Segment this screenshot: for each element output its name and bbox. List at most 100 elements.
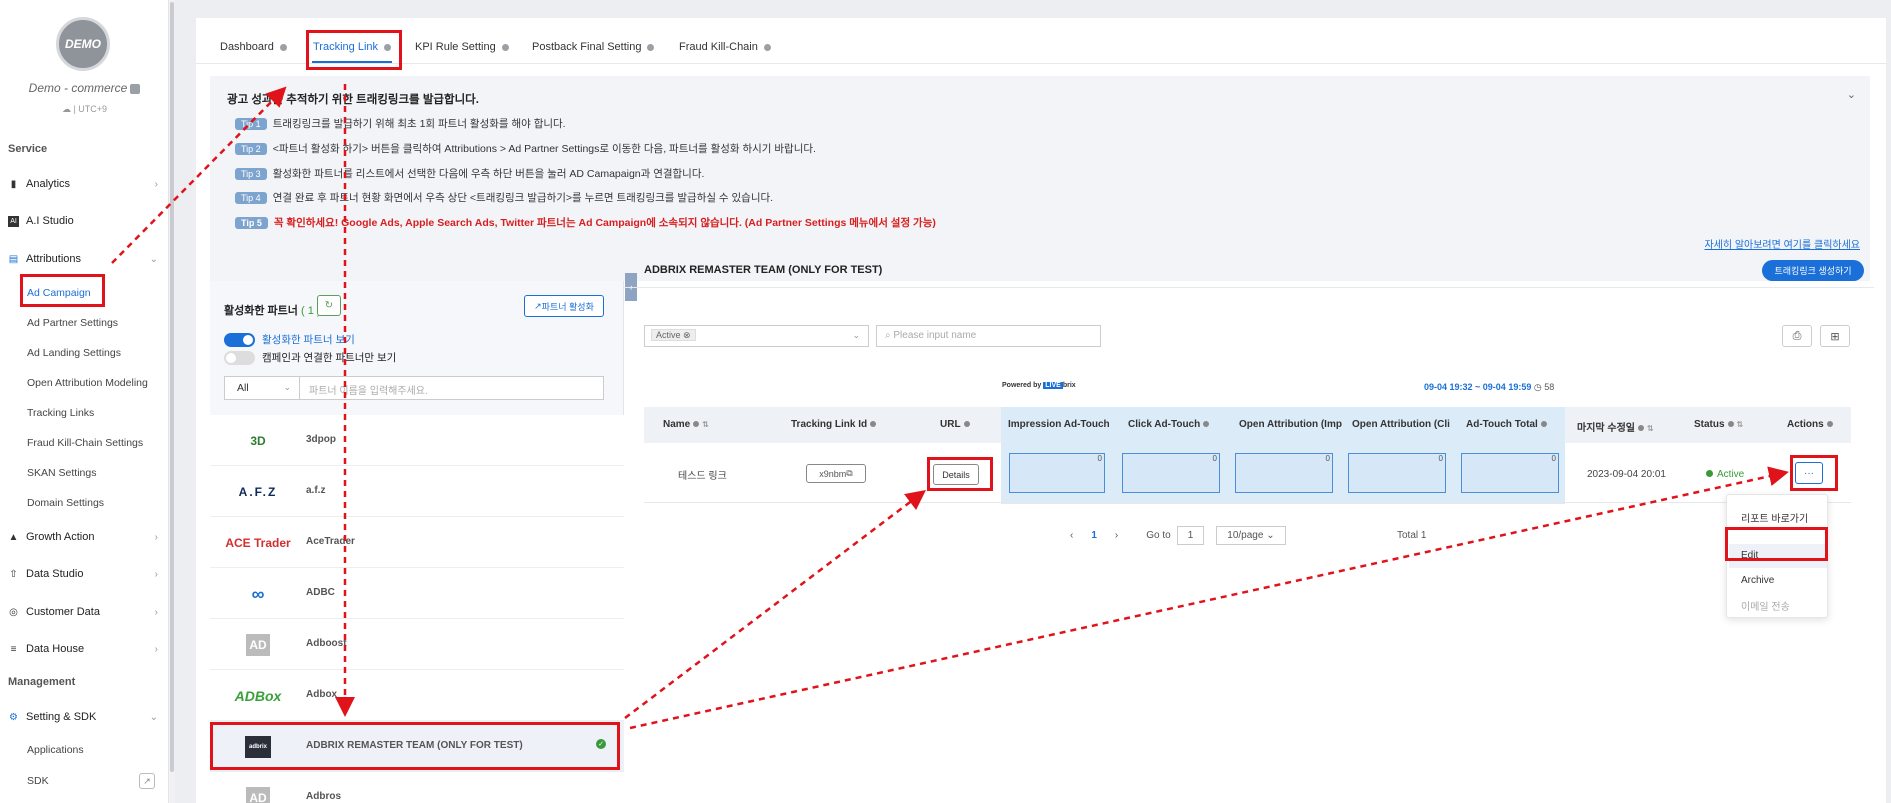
tab-label: Dashboard [220, 41, 274, 53]
sidebar-item-data-house[interactable]: ≡ Data House › [8, 637, 158, 661]
sidebar-sub-fraud-kill-chain[interactable]: Fraud Kill-Chain Settings [27, 437, 143, 449]
partner-row[interactable]: AD Adbros [210, 772, 624, 803]
scrollbar-thumb[interactable] [170, 2, 174, 772]
partner-row-selected[interactable]: adbrix ADBRIX REMASTER TEAM (ONLY FOR TES… [210, 721, 624, 772]
chevron-right-icon[interactable]: › [1115, 530, 1118, 541]
toggle-knob [226, 352, 236, 363]
sidebar-sub-domain-settings[interactable]: Domain Settings [27, 497, 104, 509]
partner-row[interactable]: ACE Trader AceTrader [210, 517, 624, 568]
tab-label: Fraud Kill-Chain [679, 41, 758, 53]
sidebar-sub-ad-campaign[interactable]: Ad Campaign [27, 287, 91, 299]
menu-item-edit[interactable]: Edit [1741, 550, 1758, 561]
col-tracking-link-id: Tracking Link Id [791, 419, 877, 430]
refresh-icon[interactable]: ↻ [317, 295, 341, 316]
partner-logo: ADBox [234, 688, 282, 704]
sidebar-sub-tracking-links[interactable]: Tracking Links [27, 407, 94, 419]
sidebar-item-growth-action[interactable]: ▲ Growth Action › [8, 525, 158, 549]
sidebar-item-attributions[interactable]: ▤ Attributions ⌄ [8, 247, 158, 271]
goto-input[interactable]: 1 [1176, 526, 1205, 545]
col-last-modified[interactable]: 마지막 수정일 ⇅ [1577, 419, 1654, 434]
org-dropdown-icon[interactable] [130, 83, 141, 94]
cell-last-modified: 2023-09-04 20:01 [1587, 469, 1666, 480]
tip-5: Tip 5 꼭 확인하세요! Google Ads, Apple Search A… [235, 215, 936, 230]
tab-kpi-rule-setting[interactable]: KPI Rule Setting [415, 41, 509, 53]
partner-row[interactable]: 3D 3dpop [210, 415, 624, 466]
col-name[interactable]: Name ⇅ [663, 419, 709, 430]
sidebar-sub-skan-settings[interactable]: SKAN Settings [27, 467, 96, 479]
sidebar-sub-ad-partner-settings[interactable]: Ad Partner Settings [27, 317, 118, 329]
status-tag[interactable]: Active ⊗ [651, 329, 696, 341]
create-tracking-link-button[interactable]: 트래킹링크 생성하기 [1762, 260, 1864, 281]
column-settings-icon[interactable]: ⊞ [1820, 325, 1850, 347]
sidebar-sub-applications[interactable]: Applications [27, 744, 84, 756]
org-avatar[interactable]: DEMO [56, 17, 110, 71]
tip-1: Tip 1 트래킹링크를 발급하기 위해 최초 1회 파트너 활성화를 해야 합니… [235, 116, 566, 131]
name-search-input[interactable]: ⌕ Please input name [876, 325, 1101, 347]
sort-icon[interactable]: ⇅ [1647, 424, 1654, 433]
chevron-right-icon: › [154, 568, 158, 580]
tab-postback-final-setting[interactable]: Postback Final Setting [532, 41, 655, 53]
metric-value: 0 [1438, 454, 1443, 463]
page-size-value: 10/page [1227, 530, 1264, 541]
export-icon[interactable]: ⎙ [1782, 325, 1812, 347]
sidebar-item-ai-studio[interactable]: AI A.I Studio [8, 209, 158, 233]
partner-name: AceTrader [306, 536, 355, 547]
more-actions-button[interactable]: ··· [1795, 462, 1823, 484]
page-current[interactable]: 1 [1091, 530, 1097, 541]
toggle-active-partners[interactable]: 활성화한 파트너 보기 [224, 332, 355, 347]
tracking-id-text: x9nbm [819, 468, 847, 479]
learn-more-link[interactable]: 자세히 알아보려면 여기를 클릭하세요 [1704, 236, 1860, 251]
sidebar-sub-sdk[interactable]: SDK [27, 775, 49, 787]
url-details-button[interactable]: Details [933, 464, 979, 485]
sidebar-item-setting-sdk[interactable]: ⚙ Setting & SDK ⌄ [8, 705, 158, 729]
status-text: Active [1717, 469, 1745, 480]
divider [624, 287, 1874, 288]
toggle-switch[interactable] [224, 332, 255, 347]
tip-text: 트래킹링크를 발급하기 위해 최초 1회 파트너 활성화를 해야 합니다. [272, 118, 566, 130]
chevron-down-icon[interactable]: ⌄ [1847, 88, 1856, 101]
sort-icon[interactable]: ⇅ [1737, 420, 1744, 429]
tab-dashboard[interactable]: Dashboard [220, 41, 287, 53]
copy-icon[interactable]: ⧉ [846, 468, 852, 479]
partner-row[interactable]: ADBox Adbox [210, 670, 624, 721]
status-filter-select[interactable]: Active ⊗ ⌄ [644, 325, 869, 347]
layers-icon: ▤ [8, 253, 19, 265]
sidebar-scrollbar[interactable] [169, 0, 175, 803]
sidebar-sub-ad-landing-settings[interactable]: Ad Landing Settings [27, 347, 121, 359]
partner-name: 3dpop [306, 434, 336, 445]
toggle-switch[interactable] [224, 350, 255, 365]
sidebar-item-customer-data[interactable]: ◎ Customer Data › [8, 600, 158, 624]
metric-open-attribution-imp: 0 [1235, 453, 1333, 493]
partner-search-input[interactable]: 파트너 이름을 입력해주세요. [300, 376, 604, 400]
sidebar-item-label: Analytics [26, 178, 71, 190]
partner-row[interactable]: AD Adboost [210, 619, 624, 670]
sidebar-item-data-studio[interactable]: ⇧ Data Studio › [8, 562, 158, 586]
tracking-id-chip[interactable]: x9nbm ⧉ [806, 464, 866, 483]
sidebar-item-label: A.I Studio [26, 215, 74, 227]
chevron-left-icon[interactable]: ‹ [1070, 530, 1073, 541]
tab-tracking-link[interactable]: Tracking Link [313, 41, 392, 53]
partner-row[interactable]: ∞ ADBC [210, 568, 624, 619]
info-icon [384, 43, 392, 51]
activate-partner-button[interactable]: ↗ 파트너 활성화 [524, 295, 604, 317]
partner-filter-select[interactable]: All ⌄ [224, 376, 300, 400]
partner-name: Adbox [306, 689, 338, 700]
page-size-select[interactable]: 10/page ⌄ [1216, 526, 1286, 545]
toggle-campaign-partners[interactable]: 캠페인과 연결한 파트너만 보기 [224, 350, 396, 365]
menu-item-archive[interactable]: Archive [1741, 575, 1774, 586]
metric-value: 0 [1097, 454, 1102, 463]
menu-item-report-shortcut[interactable]: 리포트 바로가기 [1741, 510, 1808, 525]
sidebar-item-analytics[interactable]: ▮ Analytics › [8, 172, 158, 196]
chevron-right-icon: › [154, 178, 158, 190]
org-name[interactable]: Demo - commerce [0, 81, 169, 95]
tab-fraud-kill-chain[interactable]: Fraud Kill-Chain [679, 41, 771, 53]
partner-name: Adbros [306, 791, 341, 802]
external-link-icon[interactable]: ↗ [139, 773, 155, 789]
sidebar-item-label: Data Studio [26, 568, 84, 580]
partner-row[interactable]: A.F.Z a.f.z [210, 466, 624, 517]
sort-icon[interactable]: ⇅ [702, 420, 709, 429]
brand-live: LIVE [1043, 382, 1063, 389]
col-status[interactable]: Status ⇅ [1694, 419, 1743, 430]
tab-label: Tracking Link [313, 41, 379, 53]
sidebar-sub-open-attribution[interactable]: Open Attribution Modeling [27, 377, 148, 389]
